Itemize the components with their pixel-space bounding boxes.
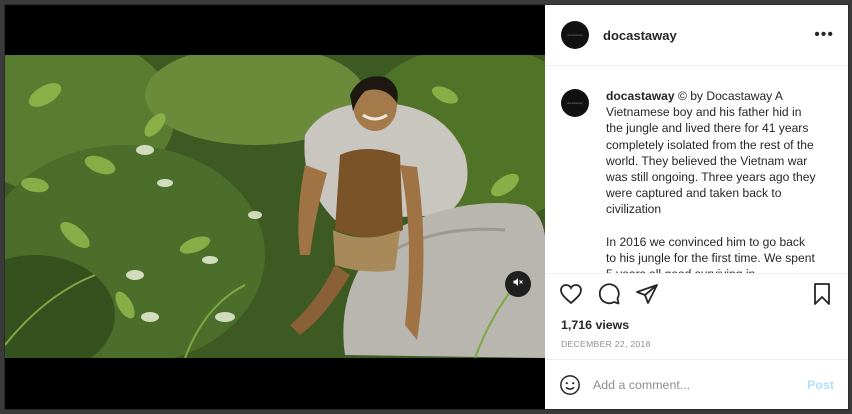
post-modal: docastaway docastaway ••• docastaway doc… [4, 4, 849, 410]
comment-input[interactable] [591, 376, 808, 393]
action-bar [545, 274, 848, 314]
comment-form: Post [545, 359, 848, 409]
avatar[interactable]: docastaway [561, 21, 589, 49]
comment-icon[interactable] [597, 282, 621, 306]
caption-text-1: © by Docastaway A Vietnamese boy and his… [606, 89, 816, 217]
bookmark-icon[interactable] [810, 282, 834, 306]
video-player[interactable] [5, 5, 545, 409]
share-icon[interactable] [635, 282, 659, 306]
jungle-video-still [5, 55, 545, 358]
avatar-text: docastaway [567, 33, 583, 37]
emoji-icon[interactable] [559, 374, 581, 396]
caption-text-2: In 2016 we convinced him to go back to h… [606, 234, 815, 273]
more-options-icon[interactable]: ••• [814, 26, 834, 44]
avatar-text: docastaway [567, 101, 583, 105]
views-count[interactable]: 1,716 views [545, 314, 848, 336]
post-side-panel: docastaway docastaway ••• docastaway doc… [545, 5, 848, 409]
post-header: docastaway docastaway ••• [545, 5, 848, 66]
post-button[interactable]: Post [807, 378, 834, 392]
mute-button[interactable] [505, 271, 531, 297]
caption: docastaway © by Docastaway A Vietnamese … [606, 88, 818, 273]
caption-scroll-area[interactable]: docastaway docastaway © by Docastaway A … [545, 66, 848, 274]
caption-username[interactable]: docastaway [606, 89, 675, 103]
video-frame[interactable] [5, 55, 545, 358]
muted-speaker-icon [512, 275, 524, 293]
username-link[interactable]: docastaway [603, 28, 814, 43]
post-date[interactable]: DECEMBER 22, 2018 [545, 336, 848, 356]
caption-avatar[interactable]: docastaway [561, 89, 589, 117]
heart-icon[interactable] [559, 282, 583, 306]
